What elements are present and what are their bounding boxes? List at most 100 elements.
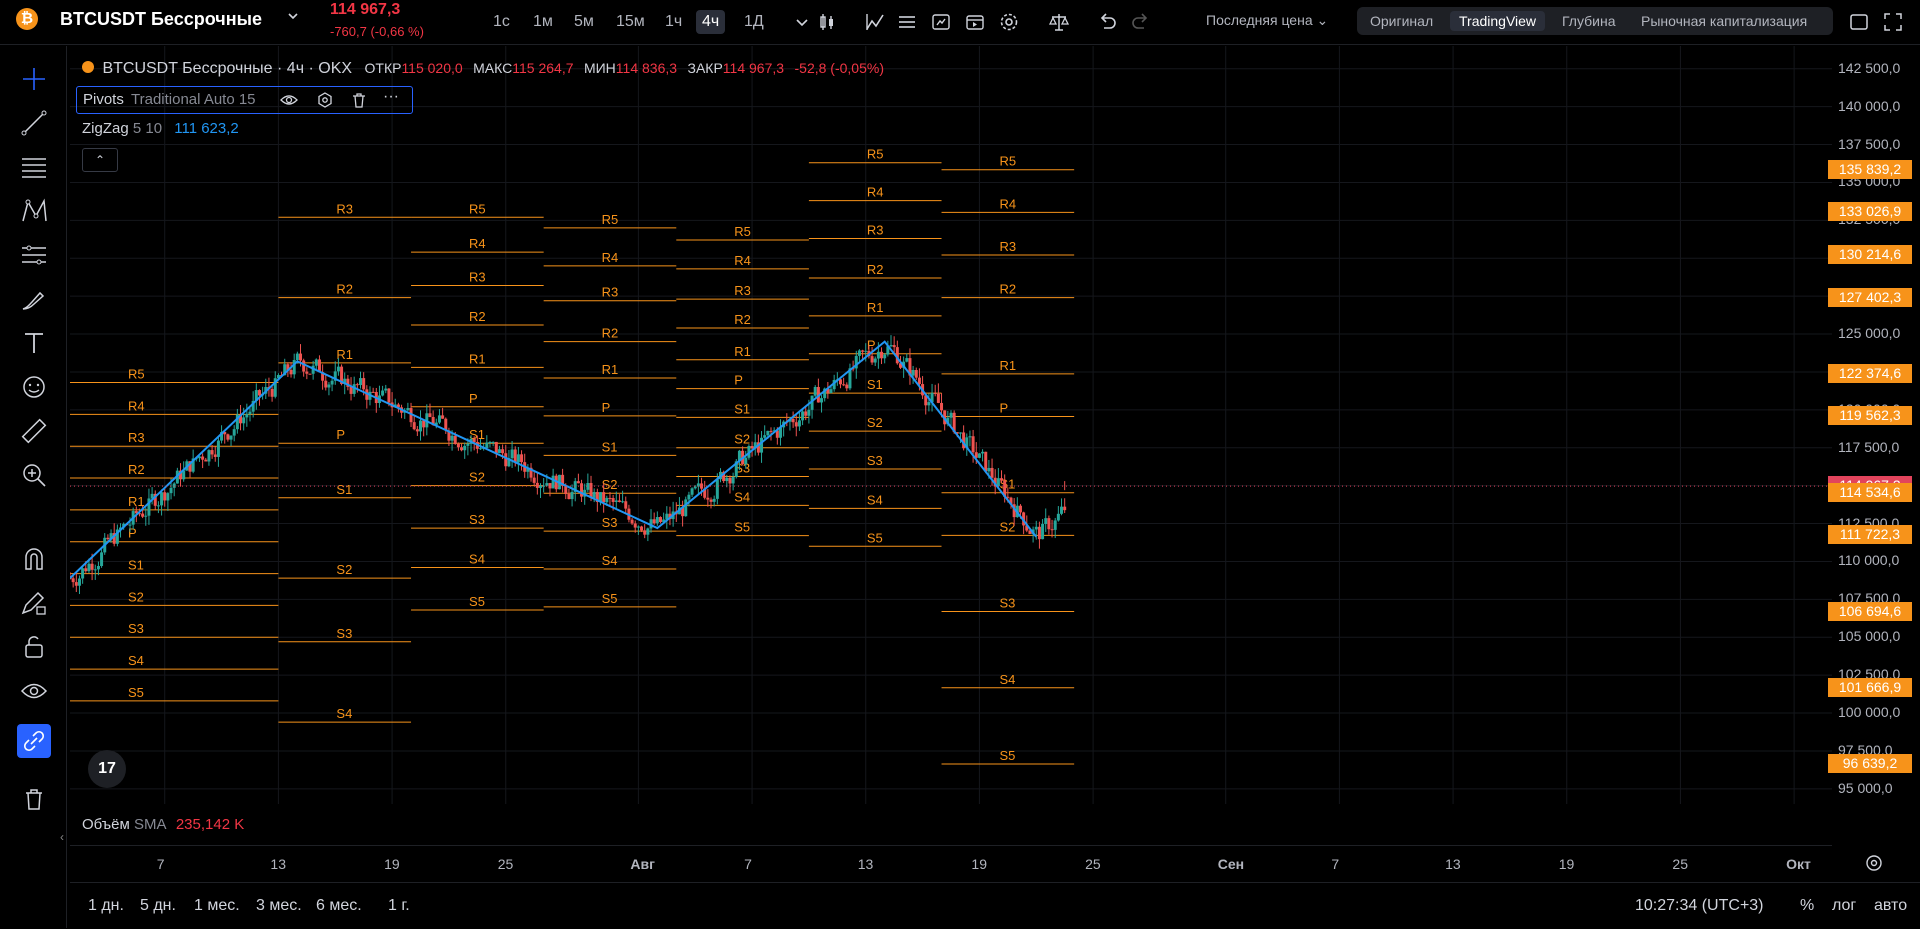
pivot-level-label: R4 [734, 253, 751, 268]
candle-body [880, 351, 884, 359]
settings-icon[interactable] [315, 90, 335, 113]
candle-body [971, 436, 975, 453]
pivots-indicator-row[interactable]: Pivots Traditional Auto 15 ··· [76, 86, 413, 114]
pivot-level-label: S5 [602, 591, 618, 606]
pivots-name: Pivots [83, 91, 124, 108]
pivot-level-label: R3 [867, 223, 884, 238]
symbol-name[interactable]: BTCUSDT Бессрочные [60, 9, 262, 30]
candle-body [71, 578, 75, 583]
range-5-button[interactable]: 1 г. [388, 897, 410, 915]
range-4-button[interactable]: 6 мес. [316, 897, 362, 915]
axis-settings-icon[interactable] [1864, 853, 1884, 876]
price-axis-label: 100 000,0 [1838, 704, 1901, 721]
candle-body [889, 345, 893, 347]
redo-icon[interactable] [1128, 9, 1154, 35]
close-value: 114 967,3 [722, 60, 785, 76]
link-icon[interactable] [17, 724, 51, 758]
range-3-button[interactable]: 3 мес. [256, 897, 302, 915]
scale-percent-button[interactable]: % [1800, 897, 1814, 915]
time-axis-label: Сен [1217, 856, 1245, 872]
candles-chart-type-icon[interactable] [814, 9, 840, 35]
lock-icon[interactable] [17, 630, 51, 664]
magnet-icon[interactable] [17, 542, 51, 576]
timeframe-1-button[interactable]: 1м [527, 10, 559, 34]
scale-auto-button[interactable]: авто [1874, 897, 1907, 915]
zoom-in-icon[interactable] [17, 458, 51, 492]
fib-levels-icon[interactable] [17, 150, 51, 184]
pencil-lock-icon[interactable] [17, 586, 51, 620]
scale-log-button[interactable]: лог [1832, 897, 1856, 915]
pivot-level-label: S4 [1000, 672, 1016, 687]
gear-icon[interactable] [996, 9, 1022, 35]
candle-body [769, 430, 773, 432]
scales-icon[interactable] [1046, 9, 1072, 35]
indicator-list-icon[interactable] [894, 9, 920, 35]
brush-icon[interactable] [17, 282, 51, 316]
clock[interactable]: 10:27:34 (UTC+3) [1635, 897, 1764, 915]
time-axis[interactable]: 7 13 19 25 Авг 7 13 19 25 Сен 7 13 19 25 Окт [70, 845, 1832, 882]
emoji-icon[interactable] [17, 370, 51, 404]
candle-body [327, 384, 331, 388]
view-original-button[interactable]: Оригинал [1361, 11, 1442, 31]
more-icon[interactable]: ··· [383, 88, 399, 106]
candle-body [156, 505, 160, 507]
pivot-level-label: P [602, 400, 611, 415]
replay-icon[interactable] [962, 9, 988, 35]
tradingview-logo[interactable]: 17 [88, 750, 126, 788]
timeframe-2-button[interactable]: 5м [568, 10, 600, 34]
candle-body [914, 370, 918, 378]
undo-icon[interactable] [1094, 9, 1120, 35]
price-chart[interactable]: R5 R4 R3 R2 R1 P S1 S2 S3 S4 S5 R3 R2 R1 P S1 S2 S3 S4 R5 R4… [70, 46, 1832, 804]
timeframe-6-button[interactable]: 1Д [738, 10, 770, 34]
eye-icon[interactable] [279, 90, 299, 113]
chart-legend: BTCUSDT Бессрочные · 4ч · OKX ОТКР115 02… [82, 60, 884, 78]
high-label: МАКС [473, 60, 513, 76]
candle-body [958, 432, 962, 434]
trash-icon[interactable] [349, 90, 369, 113]
fullscreen-icon[interactable] [1880, 9, 1906, 35]
window-icon[interactable] [1846, 9, 1872, 35]
view-depth-button[interactable]: Глубина [1553, 11, 1624, 31]
candle-body [949, 412, 953, 418]
range-1-button[interactable]: 5 дн. [140, 897, 176, 915]
zigzag-value: 111 623,2 [174, 120, 239, 137]
candle-body [820, 398, 824, 403]
timeframe-0-button[interactable]: 1с [487, 10, 516, 34]
forecast-icon[interactable] [17, 238, 51, 272]
timeframe-4-button[interactable]: 1ч [659, 10, 688, 34]
candle-body [715, 479, 719, 499]
ruler-icon[interactable] [17, 414, 51, 448]
candle-body [570, 491, 574, 500]
candle-body [456, 443, 460, 448]
chevron-down-icon[interactable] [286, 9, 300, 26]
alert-icon[interactable] [928, 9, 954, 35]
pivot-level-label: R2 [336, 282, 353, 297]
trash-icon[interactable] [17, 782, 51, 816]
view-tradingview-button[interactable]: TradingView [1450, 11, 1546, 31]
collapse-arrow-icon[interactable]: ‹ [60, 830, 64, 844]
indicators-icon[interactable] [862, 9, 888, 35]
zigzag-indicator-row[interactable]: ZigZag 5 10 111 623,2 [82, 120, 239, 137]
timeframe-5-button[interactable]: 4ч [696, 10, 726, 34]
pivot-level-label: R1 [602, 362, 619, 377]
candle-body [621, 501, 625, 503]
price-type-select[interactable]: Последняя цена ⌄ [1206, 12, 1328, 29]
zigzag-name: ZigZag [82, 120, 129, 137]
candle-body [791, 418, 795, 423]
eye-icon[interactable] [17, 674, 51, 708]
range-2-button[interactable]: 1 мес. [194, 897, 240, 915]
chevron-down-icon[interactable] [789, 9, 815, 35]
candle-body [74, 582, 78, 586]
time-axis-label: 19 [1558, 856, 1575, 872]
chevron-down-icon: ⌄ [1316, 12, 1329, 28]
view-market-cap-button[interactable]: Рыночная капитализация [1632, 11, 1816, 31]
range-0-button[interactable]: 1 дн. [88, 897, 124, 915]
crosshair-icon[interactable] [17, 62, 51, 96]
candle-body [977, 453, 981, 458]
collapse-legend-button[interactable]: ⌃ [82, 148, 118, 172]
text-icon[interactable] [17, 326, 51, 360]
pattern-icon[interactable] [17, 194, 51, 228]
candle-body [731, 476, 735, 484]
timeframe-3-button[interactable]: 15м [610, 10, 651, 34]
trend-line-icon[interactable] [17, 106, 51, 140]
